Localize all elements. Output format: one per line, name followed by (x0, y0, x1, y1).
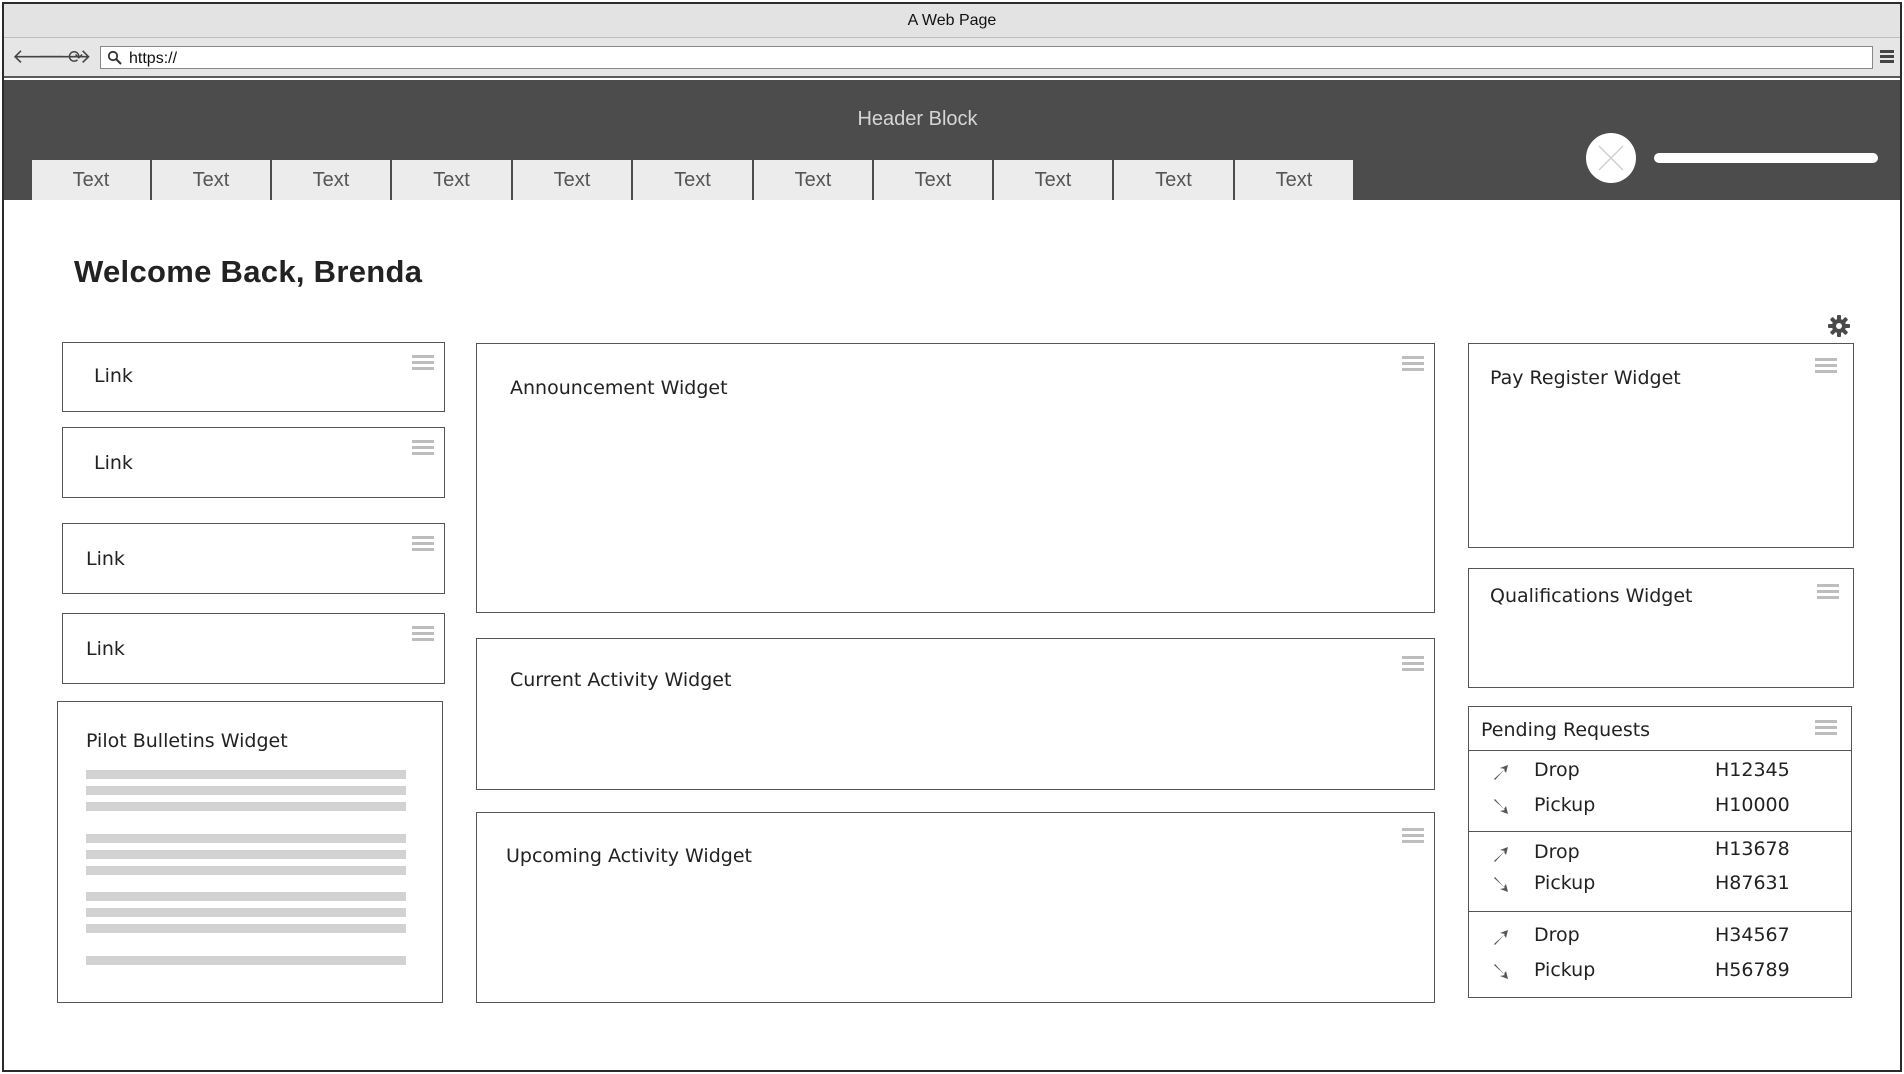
browser-window: A Web Page 🡐 🡒 ⟳ https:// Header Block T… (2, 2, 1902, 1072)
request-code: H12345 (1715, 759, 1790, 781)
arrow-up-right-icon (1494, 765, 1508, 780)
request-type: Drop (1534, 759, 1580, 781)
window-title: A Web Page (907, 12, 997, 29)
request-row[interactable]: Drop H34567 (1469, 921, 1851, 951)
request-row[interactable]: Pickup H87631 (1469, 869, 1851, 899)
browser-menu-icon[interactable] (1880, 50, 1894, 65)
arrow-up-right-icon (1494, 930, 1508, 945)
nav-tab[interactable]: Text (874, 160, 994, 200)
title-bar: A Web Page (4, 4, 1900, 38)
nav-tab[interactable]: Text (1235, 160, 1353, 200)
widget-title: Qualifications Widget (1490, 585, 1693, 607)
nav-tab[interactable]: Text (754, 160, 874, 200)
nav-tab[interactable]: Text (272, 160, 392, 200)
current-activity-widget[interactable]: Current Activity Widget (476, 638, 1435, 790)
request-group: Drop H34567 Pickup H56789 (1469, 912, 1851, 997)
request-group: Drop H13678 Pickup H87631 (1469, 832, 1851, 912)
arrow-down-right-icon (1494, 964, 1508, 979)
header-title: Header Block (857, 108, 978, 130)
pay-register-widget[interactable]: Pay Register Widget (1468, 343, 1854, 548)
drag-handle-icon[interactable] (1402, 356, 1424, 374)
address-bar: 🡐 🡒 ⟳ https:// (4, 38, 1900, 78)
placeholder-text-line (86, 892, 406, 901)
link-label: Link (94, 365, 133, 387)
drag-handle-icon[interactable] (1402, 656, 1424, 674)
widget-title: Pilot Bulletins Widget (86, 730, 288, 752)
request-type: Pickup (1534, 794, 1596, 816)
placeholder-text-line (86, 908, 406, 917)
request-code: H87631 (1715, 872, 1790, 894)
request-type: Pickup (1534, 872, 1596, 894)
request-group: Drop H12345 Pickup H10000 (1469, 751, 1851, 832)
avatar[interactable] (1586, 133, 1636, 183)
nav-tab[interactable]: Text (633, 160, 754, 200)
user-name-placeholder (1654, 153, 1878, 163)
request-code: H34567 (1715, 924, 1790, 946)
placeholder-text-line (86, 786, 406, 795)
link-label: Link (86, 548, 125, 570)
drag-handle-icon[interactable] (412, 355, 434, 373)
nav-tab[interactable]: Text (152, 160, 272, 200)
nav-tab[interactable]: Text (513, 160, 633, 200)
qualifications-widget[interactable]: Qualifications Widget (1468, 568, 1854, 688)
drag-handle-icon[interactable] (1815, 720, 1837, 738)
arrow-up-right-icon (1494, 847, 1508, 862)
link-label: Link (94, 452, 133, 474)
link-widget[interactable]: Link (62, 342, 445, 412)
placeholder-text-line (86, 802, 406, 811)
nav-tabs: Text Text Text Text Text Text Text Text … (32, 160, 1353, 200)
nav-tab[interactable]: Text (1114, 160, 1235, 200)
drag-handle-icon[interactable] (412, 440, 434, 458)
gear-icon[interactable] (1827, 314, 1851, 338)
announcement-widget[interactable]: Announcement Widget (476, 343, 1435, 613)
page-title: Welcome Back, Brenda (74, 254, 423, 289)
drag-handle-icon[interactable] (1815, 358, 1837, 376)
reload-icon[interactable]: ⟳ (68, 47, 83, 67)
header-block: Header Block Text Text Text Text Text Te… (4, 80, 1900, 200)
forward-arrow-icon[interactable]: 🡒 (38, 47, 92, 67)
url-text: https:// (129, 50, 178, 67)
widget-title: Pay Register Widget (1490, 367, 1681, 389)
request-type: Drop (1534, 841, 1580, 863)
request-type: Drop (1534, 924, 1580, 946)
request-row[interactable]: Pickup H56789 (1469, 956, 1851, 986)
url-input[interactable]: https:// (100, 46, 1873, 69)
placeholder-text-line (86, 866, 406, 875)
upcoming-activity-widget[interactable]: Upcoming Activity Widget (476, 812, 1435, 1003)
placeholder-text-line (86, 834, 406, 843)
placeholder-text-line (86, 956, 406, 965)
link-widget[interactable]: Link (62, 523, 445, 594)
widget-title: Pending Requests (1481, 719, 1651, 741)
request-row[interactable]: Drop H12345 (1469, 756, 1851, 786)
widget-title: Upcoming Activity Widget (506, 845, 752, 867)
request-row[interactable]: Drop H13678 (1469, 838, 1851, 868)
placeholder-text-line (86, 924, 406, 933)
arrow-down-right-icon (1494, 877, 1508, 892)
arrow-down-right-icon (1494, 799, 1508, 814)
widget-title: Current Activity Widget (510, 669, 732, 691)
nav-tab[interactable]: Text (392, 160, 513, 200)
drag-handle-icon[interactable] (1817, 584, 1839, 602)
nav-tab[interactable]: Text (994, 160, 1114, 200)
request-code: H10000 (1715, 794, 1790, 816)
request-code: H13678 (1715, 838, 1790, 860)
request-type: Pickup (1534, 959, 1596, 981)
request-code: H56789 (1715, 959, 1790, 981)
link-widget[interactable]: Link (62, 427, 445, 498)
request-row[interactable]: Pickup H10000 (1469, 791, 1851, 821)
avatar-placeholder-icon (1598, 145, 1624, 171)
pilot-bulletins-widget[interactable]: Pilot Bulletins Widget (57, 701, 443, 1003)
link-widget[interactable]: Link (62, 613, 445, 684)
link-label: Link (86, 638, 125, 660)
search-icon (107, 50, 122, 65)
pending-requests-widget[interactable]: Pending Requests Drop H12345 Pickup H100… (1468, 706, 1852, 998)
drag-handle-icon[interactable] (1402, 828, 1424, 846)
drag-handle-icon[interactable] (412, 536, 434, 554)
nav-tab[interactable]: Text (32, 160, 152, 200)
pending-requests-header: Pending Requests (1469, 707, 1851, 751)
widget-title: Announcement Widget (510, 377, 728, 399)
drag-handle-icon[interactable] (412, 626, 434, 644)
placeholder-text-line (86, 770, 406, 779)
placeholder-text-line (86, 850, 406, 859)
